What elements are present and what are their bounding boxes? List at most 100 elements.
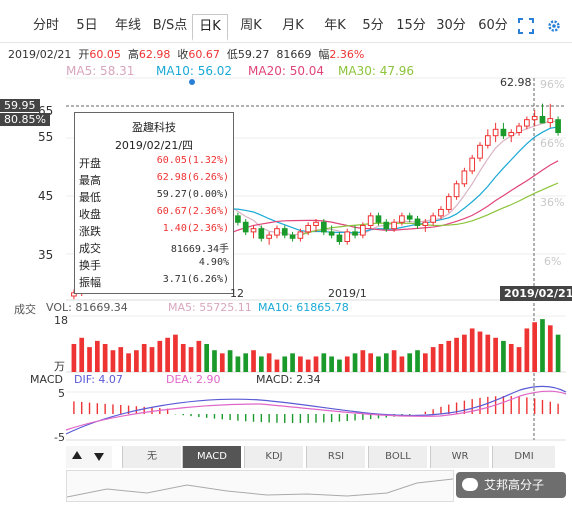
volume-bar xyxy=(399,356,405,372)
volume-bar xyxy=(258,356,264,372)
event-marker[interactable] xyxy=(189,79,195,85)
volume-bar xyxy=(251,350,256,372)
range-navigator[interactable] xyxy=(66,470,454,502)
volume-bar xyxy=(196,340,202,372)
tooltip-date: 2019/02/21/四 xyxy=(114,139,194,152)
tooltip-key: 涨跌 xyxy=(79,225,101,238)
volume-value: VOL: 81669.34 xyxy=(46,301,128,314)
volume-bar xyxy=(344,356,350,372)
candle-body xyxy=(422,221,429,226)
candle-body xyxy=(492,128,499,137)
tooltip-key: 收盘 xyxy=(79,208,101,221)
tooltip-value: 4.90% xyxy=(198,257,229,268)
volume-bar xyxy=(149,347,155,372)
volume-bar xyxy=(477,331,483,372)
volume-bar xyxy=(102,344,108,372)
candle-body xyxy=(320,221,327,233)
volume-bar xyxy=(329,356,334,372)
wechat-icon xyxy=(462,478,478,491)
pct-6: 6% xyxy=(544,255,562,268)
volume-bar xyxy=(540,319,545,372)
candle-body xyxy=(555,119,561,133)
candle-body xyxy=(250,228,257,233)
candle-tooltip: 盈趣科技 2019/02/21/四 开盘 60.05(1.32%) 最高 62.98… xyxy=(74,112,234,294)
candle-body xyxy=(508,132,515,137)
candle-body xyxy=(266,234,272,239)
volume-bar xyxy=(454,337,459,372)
indicator-dmi[interactable]: DMI xyxy=(492,446,555,468)
volume-bars xyxy=(71,319,561,372)
dea-line xyxy=(65,390,567,431)
indicator-macd[interactable]: MACD xyxy=(182,446,241,468)
candle-body xyxy=(406,215,413,220)
watermark-badge: 艾邦高分子 xyxy=(456,472,566,498)
candle-body xyxy=(281,228,288,236)
candle-body xyxy=(360,224,366,236)
volume-bar xyxy=(235,356,241,372)
volume-bar xyxy=(485,334,491,372)
candle-body xyxy=(484,135,491,146)
tooltip-value: 81669.34手 xyxy=(170,244,229,255)
volume-ma10: MA10: 61865.78 xyxy=(258,301,349,314)
indicator-kdj[interactable]: KDJ xyxy=(244,446,303,468)
volume-bar xyxy=(282,356,288,372)
candle-body xyxy=(352,231,358,236)
candle-body xyxy=(289,234,296,239)
volume-bar xyxy=(337,359,342,372)
macd-title: MACD xyxy=(30,373,63,386)
volume-bar xyxy=(313,356,319,372)
volume-bar xyxy=(368,353,374,372)
volume-bar xyxy=(79,337,85,372)
pct-36: 36% xyxy=(540,196,565,209)
candle-body xyxy=(469,157,476,172)
candle-body xyxy=(242,221,249,233)
indicator-wr[interactable]: WR xyxy=(430,446,489,468)
candle-body xyxy=(383,221,390,230)
volume-bar xyxy=(508,344,514,372)
tooltip-key: 振幅 xyxy=(79,276,101,289)
volume-bar xyxy=(376,356,381,372)
macd-dif: DIF: 4.07 xyxy=(74,373,123,386)
volume-bar xyxy=(173,334,178,372)
scroll-down-icon[interactable] xyxy=(94,453,104,461)
volume-bar xyxy=(243,353,249,372)
cursor-price-tag: 59.95 xyxy=(0,99,40,112)
volume-bar xyxy=(227,350,233,372)
indicator-boll[interactable]: BOLL xyxy=(368,446,427,468)
volume-bar xyxy=(469,328,475,372)
volume-bar xyxy=(493,337,498,372)
candle-body xyxy=(399,215,405,223)
scroll-up-icon[interactable] xyxy=(72,451,82,459)
volume-bar xyxy=(438,344,444,372)
tooltip-value: 60.05(1.32%) xyxy=(156,155,229,166)
candle-body xyxy=(531,115,538,121)
watermark-text: 艾邦高分子 xyxy=(484,478,545,492)
volume-bar xyxy=(71,344,77,372)
candle-body xyxy=(445,196,452,210)
candle-body xyxy=(336,234,343,243)
high-price-label: 62.98 xyxy=(500,76,532,89)
candle-body xyxy=(274,228,280,236)
volume-bar xyxy=(446,340,452,372)
candle-body xyxy=(328,231,335,236)
volume-bar xyxy=(212,350,217,372)
volume-bar xyxy=(352,353,358,372)
volume-bar xyxy=(547,325,553,372)
volume-unit: 万 xyxy=(54,360,65,373)
indicator-rsi[interactable]: RSI xyxy=(306,446,365,468)
volume-bar xyxy=(180,344,186,372)
indicator-nav xyxy=(66,446,112,468)
indicator-none[interactable]: 无 xyxy=(122,446,181,468)
volume-bar xyxy=(219,353,225,372)
pct-96: 96% xyxy=(540,78,565,91)
candle-body xyxy=(305,224,312,233)
tooltip-value: 1.40(2.36%) xyxy=(162,223,229,234)
candle-body xyxy=(524,119,530,127)
volume-bar xyxy=(555,334,561,372)
candle-body xyxy=(258,228,265,239)
cursor-date-badge: 2019/02/21 xyxy=(500,286,572,301)
volume-bar xyxy=(94,340,100,372)
candle-body xyxy=(500,128,507,137)
candle-body xyxy=(235,215,241,223)
candle-body xyxy=(461,170,468,185)
